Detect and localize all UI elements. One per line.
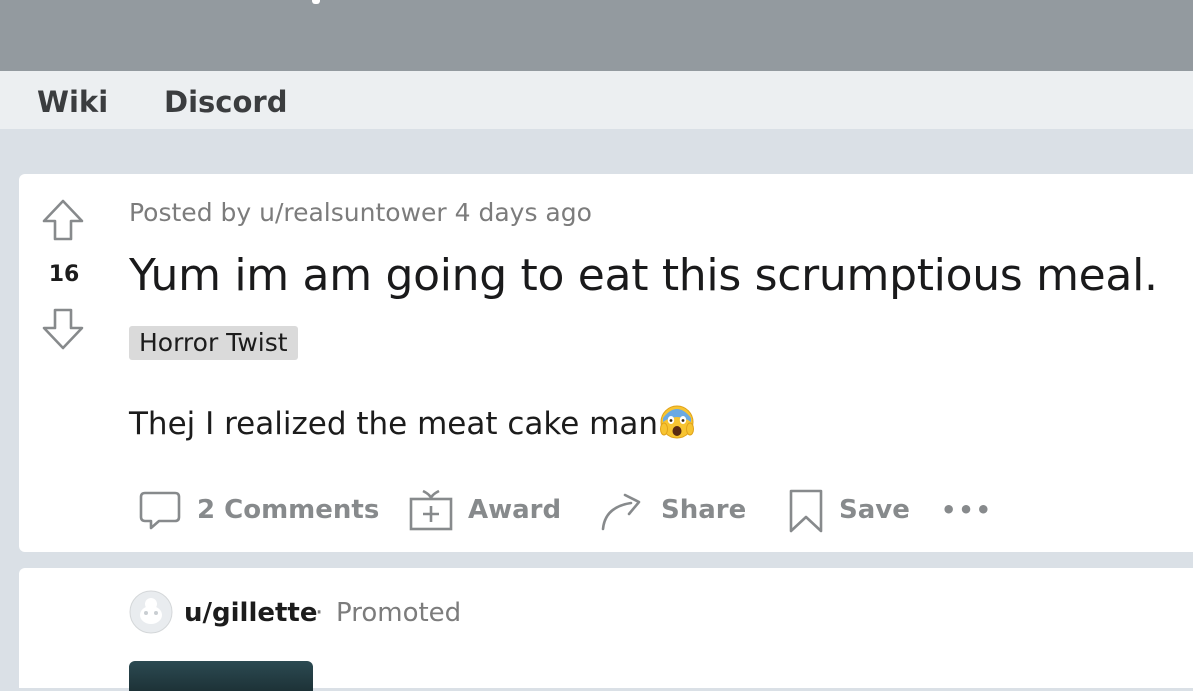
bookmark-icon bbox=[789, 489, 823, 533]
meta-separator: · bbox=[315, 598, 324, 628]
share-label: Share bbox=[661, 495, 747, 525]
share-arrow-icon bbox=[601, 493, 641, 531]
subreddit-banner bbox=[0, 0, 1193, 71]
save-label: Save bbox=[839, 495, 910, 525]
post-flair[interactable]: Horror Twist bbox=[129, 326, 298, 360]
comments-button[interactable]: 2 Comments bbox=[137, 486, 379, 534]
nav-link-discord[interactable]: Discord bbox=[164, 85, 287, 119]
post-actions: 2 Comments Award Share Save ••• bbox=[19, 482, 1193, 538]
downvote-icon[interactable] bbox=[41, 307, 85, 351]
upvote-icon[interactable] bbox=[41, 198, 85, 242]
promo-media-thumbnail[interactable] bbox=[129, 661, 313, 691]
comment-icon bbox=[139, 491, 181, 530]
post-meta: Posted by u/realsuntower 4 days ago bbox=[129, 198, 592, 227]
promo-username[interactable]: u/gillette bbox=[184, 598, 317, 628]
screaming-face-emoji-icon bbox=[660, 405, 695, 439]
subreddit-nav: Wiki Discord bbox=[0, 71, 1193, 129]
promoted-post-card[interactable]: u/gillette · Promoted bbox=[19, 568, 1193, 691]
comments-label: 2 Comments bbox=[197, 495, 380, 525]
share-button[interactable]: Share bbox=[599, 486, 746, 534]
award-button[interactable]: Award bbox=[408, 486, 561, 534]
post-card[interactable]: 16 Posted by u/realsuntower 4 days ago Y… bbox=[19, 174, 1193, 552]
banner-title-fragment bbox=[312, 0, 320, 4]
avatar[interactable] bbox=[129, 590, 173, 634]
post-title[interactable]: Yum im am going to eat this scrumptious … bbox=[129, 250, 1158, 301]
more-options-button[interactable]: ••• bbox=[941, 486, 993, 534]
post-body-text: Thej I realized the meat cake man bbox=[129, 406, 659, 442]
save-button[interactable]: Save bbox=[787, 486, 910, 534]
post-body: Thej I realized the meat cake man bbox=[129, 402, 696, 442]
nav-link-wiki[interactable]: Wiki bbox=[37, 85, 108, 119]
more-options-icon: ••• bbox=[941, 496, 994, 524]
award-label: Award bbox=[468, 495, 562, 525]
promoted-label: Promoted bbox=[336, 598, 462, 628]
gift-icon bbox=[409, 489, 453, 531]
vote-score: 16 bbox=[48, 262, 80, 287]
